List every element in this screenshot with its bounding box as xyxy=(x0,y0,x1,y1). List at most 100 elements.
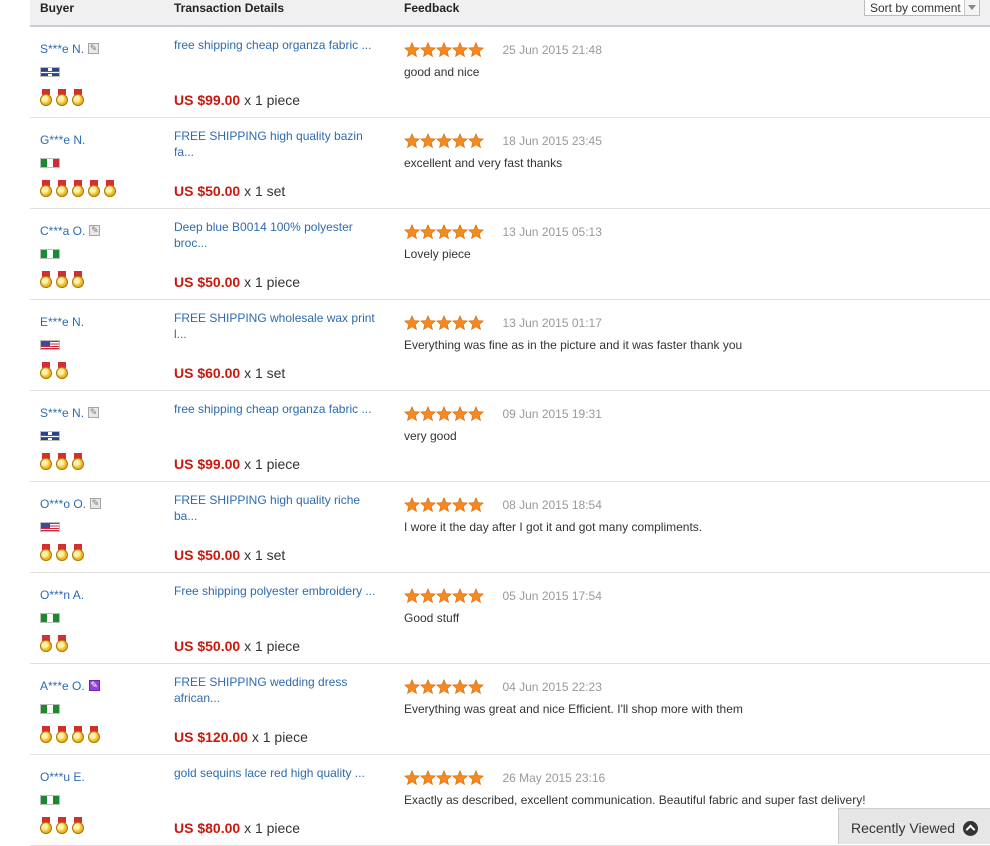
medal-icon xyxy=(40,635,52,652)
buyer-cell: C***a O. ✎ xyxy=(40,223,101,238)
quantity: x 1 set xyxy=(244,365,286,381)
medal-icon xyxy=(88,726,100,743)
price-line: US $99.00 x 1 piece xyxy=(174,92,300,108)
price-line: US $50.00 x 1 piece xyxy=(174,274,300,290)
star-icon xyxy=(419,678,437,694)
price-line: US $80.00 x 1 piece xyxy=(174,820,300,836)
price-line: US $99.00 x 1 piece xyxy=(174,456,300,472)
buyer-medals xyxy=(40,635,72,653)
chevron-up-circle-icon[interactable] xyxy=(963,821,978,836)
star-icon xyxy=(467,132,484,148)
table-row: S***e N. ✎ free shipping cheap organza fa… xyxy=(30,27,990,118)
star-icon xyxy=(467,223,484,239)
star-rating xyxy=(404,314,484,330)
product-title-link[interactable]: FREE SHIPPING high quality riche ba... xyxy=(174,492,384,524)
medal-icon xyxy=(40,362,52,379)
product-title-link[interactable]: gold sequins lace red high quality ... xyxy=(174,765,384,781)
country-flag-icon xyxy=(40,431,60,441)
feedback-cell: 13 Jun 2015 05:13 Lovely piece xyxy=(404,223,984,261)
medal-icon xyxy=(72,726,84,743)
star-rating xyxy=(404,678,484,694)
feedback-table: Buyer Transaction Details Feedback Sort … xyxy=(30,0,990,846)
product-title-link[interactable]: Deep blue B0014 100% polyester broc... xyxy=(174,219,384,251)
medal-icon xyxy=(56,726,68,743)
star-icon xyxy=(435,496,453,512)
country-flag-icon xyxy=(40,249,60,259)
header-buyer: Buyer xyxy=(40,1,75,15)
medal-icon xyxy=(72,817,84,834)
table-row: S***e N. ✎ free shipping cheap organza fa… xyxy=(30,391,990,482)
product-title-link[interactable]: Free shipping polyester embroidery ... xyxy=(174,583,384,599)
recently-viewed-button[interactable]: Recently Viewed xyxy=(838,808,990,844)
product-title-link[interactable]: FREE SHIPPING wholesale wax print l... xyxy=(174,310,384,342)
medal-icon xyxy=(40,453,52,470)
transaction-cell: Free shipping polyester embroidery ... U… xyxy=(174,583,384,654)
buyer-name-link[interactable]: A***e O. xyxy=(40,679,85,693)
country-flag-icon xyxy=(40,522,60,532)
star-icon xyxy=(451,41,469,57)
buyer-name-link[interactable]: G***e N. xyxy=(40,133,85,147)
star-rating xyxy=(404,496,484,512)
medal-icon xyxy=(56,817,68,834)
medal-icon xyxy=(88,180,100,197)
buyer-medals xyxy=(40,89,88,107)
buyer-medals xyxy=(40,726,104,744)
buyer-cell: G***e N. xyxy=(40,132,85,146)
star-icon xyxy=(451,405,469,421)
dropdown-arrow-icon[interactable] xyxy=(964,0,979,15)
medal-icon xyxy=(40,89,52,106)
header-transaction: Transaction Details xyxy=(174,1,285,15)
buyer-name-link[interactable]: E***e N. xyxy=(40,315,84,329)
buyer-name-link[interactable]: O***n A. xyxy=(40,588,84,602)
star-icon xyxy=(451,769,469,785)
buyer-name-link[interactable]: O***o O. xyxy=(40,497,86,511)
country-flag-icon xyxy=(40,795,60,805)
price-line: US $120.00 x 1 piece xyxy=(174,729,308,745)
star-icon xyxy=(404,769,421,785)
feedback-comment: excellent and very fast thanks xyxy=(404,156,563,170)
table-header: Buyer Transaction Details Feedback Sort … xyxy=(30,0,990,27)
transaction-cell: FREE SHIPPING high quality riche ba... U… xyxy=(174,492,384,563)
price-amount: US $99.00 xyxy=(174,92,241,108)
buyer-medals xyxy=(40,817,88,835)
feedback-date: 08 Jun 2015 18:54 xyxy=(502,497,602,512)
buyer-name-link[interactable]: S***e N. xyxy=(40,42,84,56)
buyer-cell: S***e N. ✎ xyxy=(40,405,100,420)
price-line: US $60.00 x 1 set xyxy=(174,365,285,381)
feedback-cell: 09 Jun 2015 19:31 very good xyxy=(404,405,984,443)
medal-icon xyxy=(72,544,84,561)
feedback-comment: Everything was fine as in the picture an… xyxy=(404,338,743,352)
product-title-link[interactable]: free shipping cheap organza fabric ... xyxy=(174,401,384,417)
product-title-link[interactable]: FREE SHIPPING high quality bazin fa... xyxy=(174,128,384,160)
sort-dropdown[interactable]: Sort by comment xyxy=(864,0,980,16)
buyer-name-link[interactable]: O***u E. xyxy=(40,770,85,784)
star-icon xyxy=(467,496,484,512)
price-amount: US $120.00 xyxy=(174,729,248,745)
buyer-name-link[interactable]: S***e N. xyxy=(40,406,84,420)
feedback-date: 13 Jun 2015 05:13 xyxy=(502,224,602,239)
star-icon xyxy=(404,132,421,148)
transaction-cell: FREE SHIPPING wedding dress african... U… xyxy=(174,674,384,745)
quantity: x 1 piece xyxy=(244,456,301,472)
price-amount: US $50.00 xyxy=(174,547,241,563)
star-icon xyxy=(419,132,437,148)
star-rating xyxy=(404,769,484,785)
star-rating xyxy=(404,132,484,148)
feedback-comment: Good stuff xyxy=(404,611,460,625)
product-title-link[interactable]: FREE SHIPPING wedding dress african... xyxy=(174,674,384,706)
product-title-link[interactable]: free shipping cheap organza fabric ... xyxy=(174,37,384,53)
medal-icon xyxy=(72,89,84,106)
buyer-medals xyxy=(40,544,88,562)
buyer-name-link[interactable]: C***a O. xyxy=(40,224,85,238)
transaction-cell: gold sequins lace red high quality ... U… xyxy=(174,765,384,836)
price-amount: US $80.00 xyxy=(174,820,241,836)
star-icon xyxy=(419,41,437,57)
buyer-medals xyxy=(40,362,72,380)
star-rating xyxy=(404,41,484,57)
medal-icon xyxy=(40,271,52,288)
star-icon xyxy=(404,587,421,603)
medal-icon xyxy=(56,362,68,379)
country-flag-icon xyxy=(40,340,60,350)
price-line: US $50.00 x 1 set xyxy=(174,547,285,563)
feedback-cell: 08 Jun 2015 18:54 I wore it the day afte… xyxy=(404,496,984,534)
